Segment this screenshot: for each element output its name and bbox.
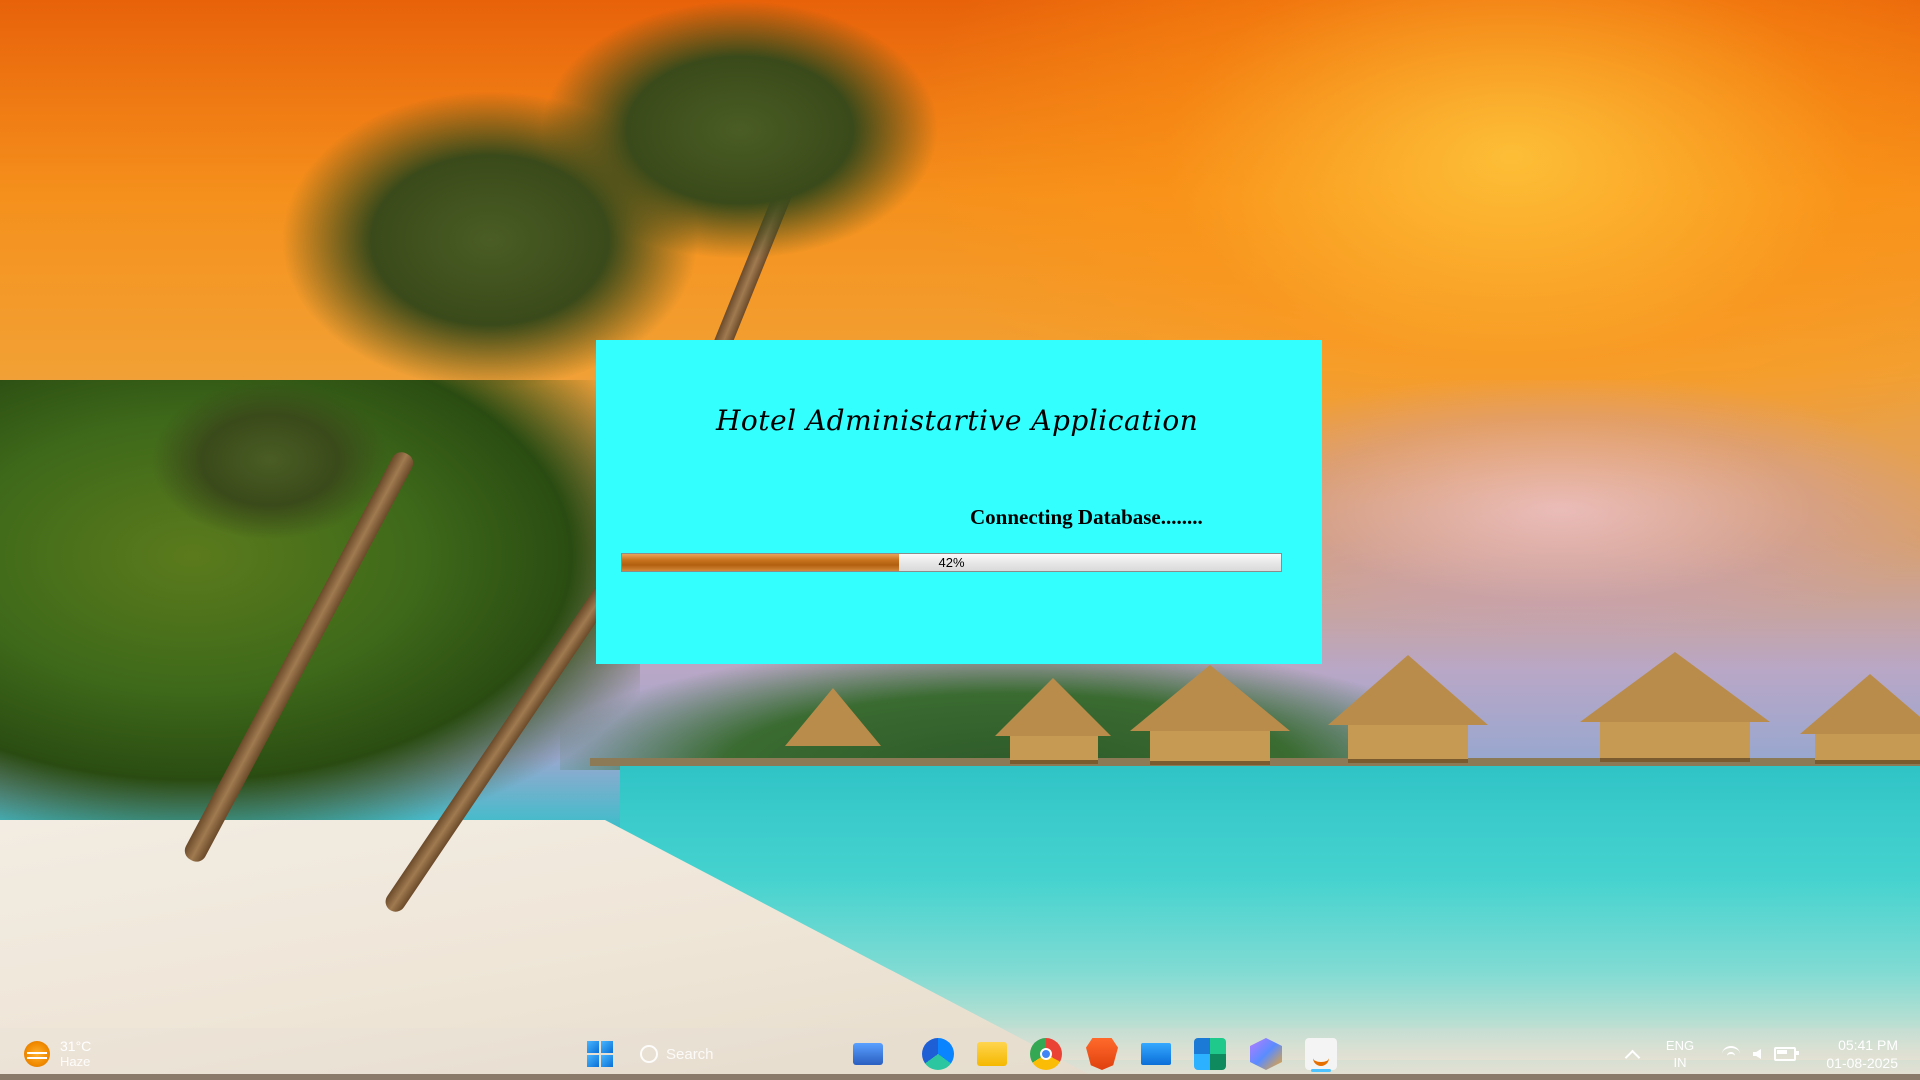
chevron-up-icon (1624, 1049, 1640, 1065)
clock-time: 05:41 PM (1838, 1037, 1898, 1053)
active-app-indicator (1311, 1069, 1331, 1072)
weather-temperature: 31°C (60, 1038, 92, 1054)
brave-icon (1086, 1038, 1118, 1070)
taskbar-app-edge[interactable] (918, 1028, 958, 1080)
quick-settings-button[interactable] (1716, 1028, 1802, 1080)
java-icon (1305, 1038, 1337, 1070)
wallpaper-hut (1130, 665, 1290, 731)
computer-icon (853, 1043, 883, 1065)
monitor-icon (1141, 1043, 1171, 1065)
wallpaper-hut (1600, 722, 1750, 762)
taskbar-app-chrome[interactable] (1026, 1028, 1066, 1080)
search-box: Search (640, 1036, 736, 1072)
taskbar-app-remote-desktop[interactable] (1136, 1028, 1176, 1080)
taskbar-app-file-explorer[interactable] (972, 1028, 1012, 1080)
taskbar: 31°C Haze Search ENG IN 05:41 PM 01-08-2… (0, 1028, 1920, 1080)
taskbar-app-desktop[interactable] (848, 1028, 888, 1080)
taskbar-app-hex[interactable] (1246, 1028, 1286, 1080)
taskbar-bottom-strip (0, 1074, 1920, 1080)
taskbar-app-java[interactable] (1301, 1028, 1341, 1080)
wallpaper-hut (1815, 734, 1920, 764)
palm-fronds (150, 380, 390, 540)
edge-icon (922, 1038, 954, 1070)
tray-overflow-button[interactable] (1622, 1028, 1642, 1080)
folder-icon (977, 1042, 1007, 1066)
clock-button[interactable]: 05:41 PM 01-08-2025 (1812, 1028, 1898, 1080)
app-title: Hotel Administartive Application (716, 404, 1199, 437)
language-text: ENG IN (1666, 1037, 1694, 1071)
wallpaper-hut (1580, 652, 1770, 722)
chrome-icon (1030, 1038, 1062, 1070)
puzzle-icon (1194, 1038, 1226, 1070)
windows-icon (587, 1041, 613, 1067)
clock-text: 05:41 PM 01-08-2025 (1826, 1036, 1898, 1072)
weather-text: 31°C Haze (60, 1038, 91, 1070)
search-icon (640, 1045, 658, 1063)
clock-date: 01-08-2025 (1826, 1055, 1898, 1071)
wallpaper-hut (1800, 674, 1920, 734)
search-label: Search (666, 1045, 714, 1063)
wifi-icon (1722, 1046, 1741, 1062)
wallpaper-hut (1010, 736, 1098, 764)
splash-window: Hotel Administartive Application Connect… (596, 340, 1322, 664)
language-indicator[interactable]: ENG IN (1660, 1028, 1700, 1080)
volume-icon (1752, 1049, 1761, 1059)
start-button[interactable] (582, 1028, 618, 1080)
language-line1: ENG (1665, 1038, 1695, 1053)
language-line2: IN (1673, 1055, 1687, 1070)
progress-bar: 42% (621, 553, 1282, 572)
weather-condition: Haze (60, 1054, 91, 1069)
weather-widget[interactable]: 31°C Haze (24, 1028, 124, 1080)
wallpaper-hut (1150, 731, 1270, 765)
battery-icon (1773, 1047, 1799, 1061)
wallpaper-hut (785, 688, 881, 746)
progress-label: 42% (938, 555, 965, 570)
taskbar-search[interactable]: Search (640, 1028, 750, 1080)
palm-fronds (540, 0, 940, 260)
sun-haze-icon (24, 1041, 50, 1067)
hexagon-icon (1250, 1038, 1282, 1070)
wallpaper-hut (995, 678, 1111, 736)
wallpaper-hut (1348, 725, 1468, 763)
taskbar-app-puzzle[interactable] (1190, 1028, 1230, 1080)
wallpaper-hut (1328, 655, 1488, 725)
taskbar-app-brave[interactable] (1082, 1028, 1122, 1080)
status-text: Connecting Database........ (970, 505, 1203, 529)
